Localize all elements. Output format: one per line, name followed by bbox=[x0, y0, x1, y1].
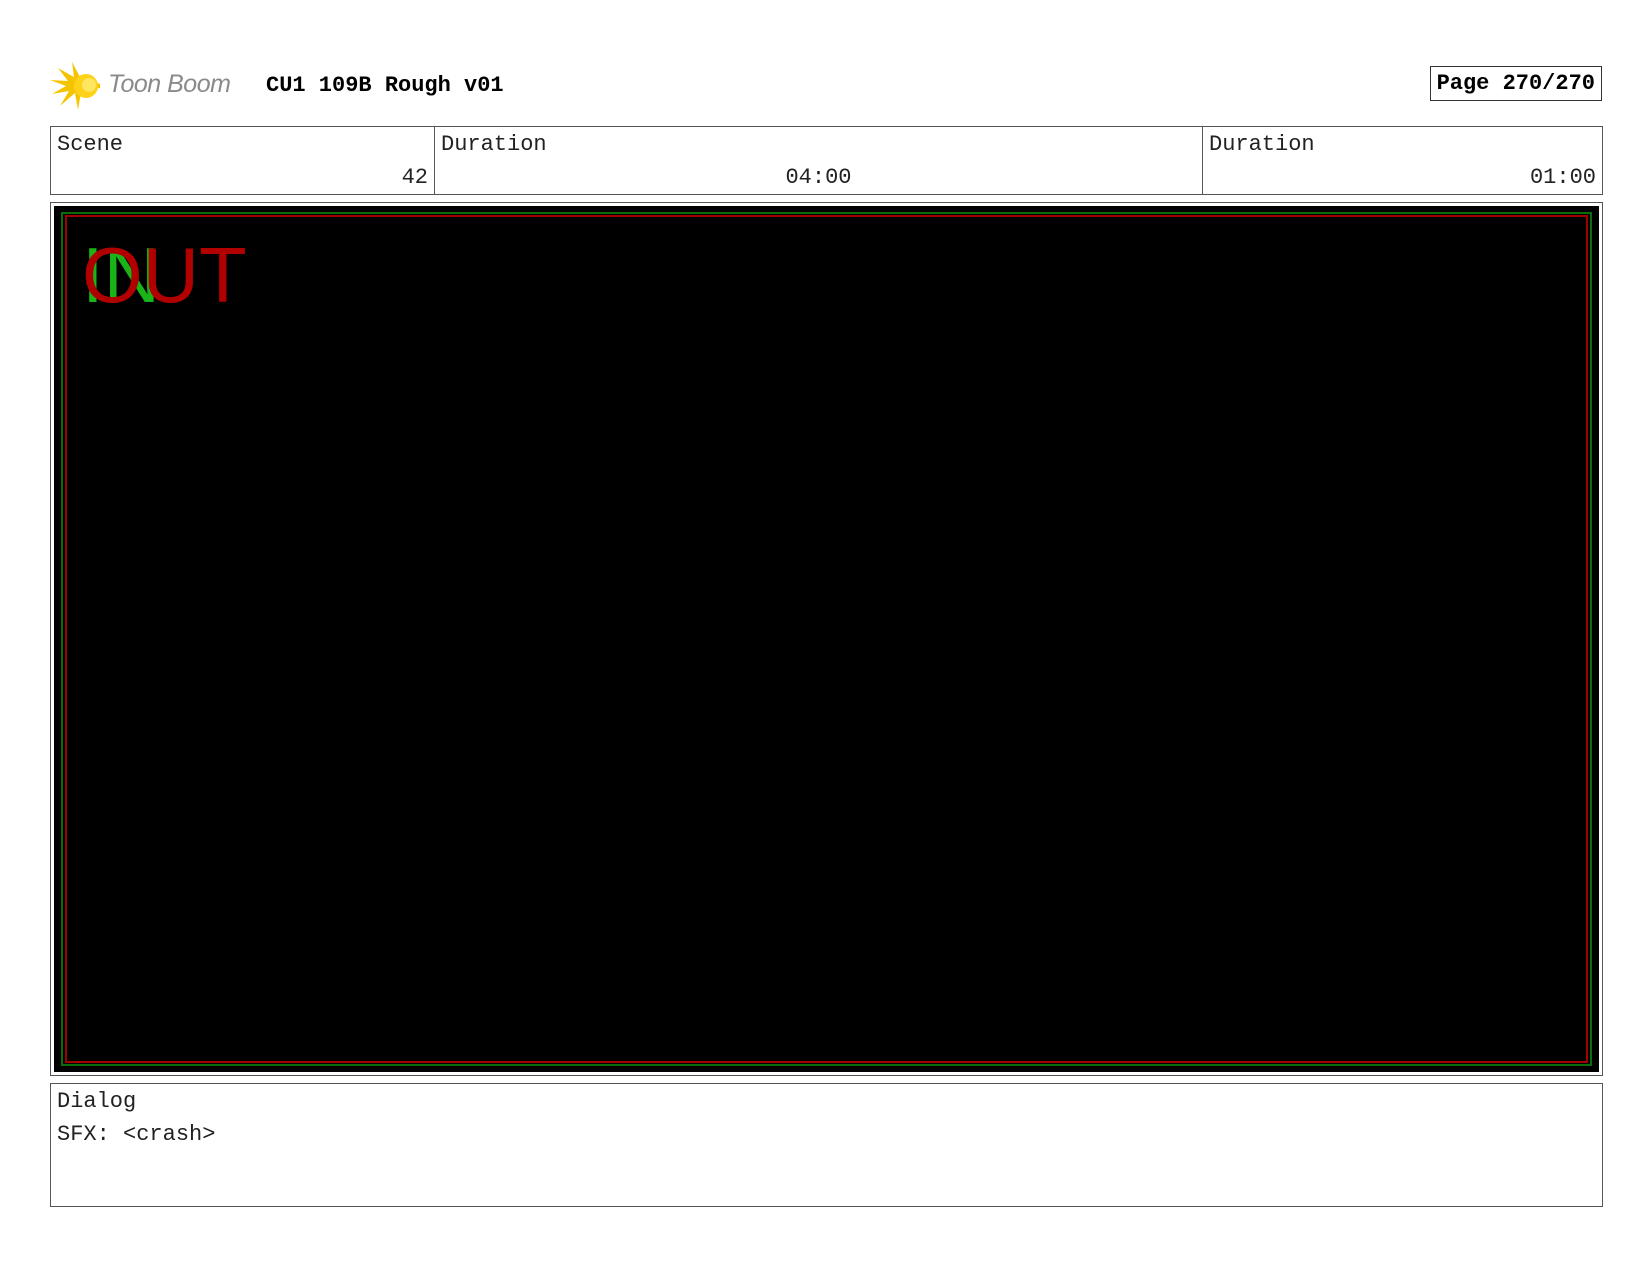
duration-cell-shot: Duration 01:00 bbox=[1203, 127, 1602, 194]
duration-label: Duration bbox=[441, 132, 547, 157]
panel-canvas[interactable]: IN OUT bbox=[54, 206, 1599, 1072]
scene-label: Scene bbox=[57, 132, 124, 157]
page-header: Toon Boom CU1 109B Rough v01 Page 270/27… bbox=[50, 58, 1602, 110]
storyboard-panel[interactable]: IN OUT bbox=[50, 202, 1603, 1076]
duration-cell-panel: Duration 04:00 bbox=[435, 127, 1203, 194]
dialog-text[interactable]: SFX: <crash> bbox=[57, 1122, 215, 1147]
page-number: Page 270/270 bbox=[1429, 66, 1602, 101]
out-marker: OUT bbox=[82, 231, 247, 319]
scene-value: 42 bbox=[401, 165, 428, 190]
document-title: CU1 109B Rough v01 bbox=[266, 73, 504, 98]
logo-text: Toon Boom bbox=[108, 70, 231, 98]
toon-boom-logo: Toon Boom bbox=[50, 60, 250, 112]
duration-value: 04:00 bbox=[785, 165, 852, 190]
dialog-label: Dialog bbox=[57, 1089, 137, 1114]
starburst-logo-icon bbox=[50, 62, 100, 110]
duration-value: 01:00 bbox=[1529, 165, 1596, 190]
scene-info-row: Scene 42 Duration 04:00 Duration 01:00 bbox=[50, 126, 1603, 195]
scene-cell: Scene 42 bbox=[51, 127, 435, 194]
action-safe-frame bbox=[65, 215, 1588, 1063]
duration-label: Duration bbox=[1209, 132, 1315, 157]
dialog-box[interactable]: Dialog SFX: <crash> bbox=[50, 1083, 1603, 1207]
